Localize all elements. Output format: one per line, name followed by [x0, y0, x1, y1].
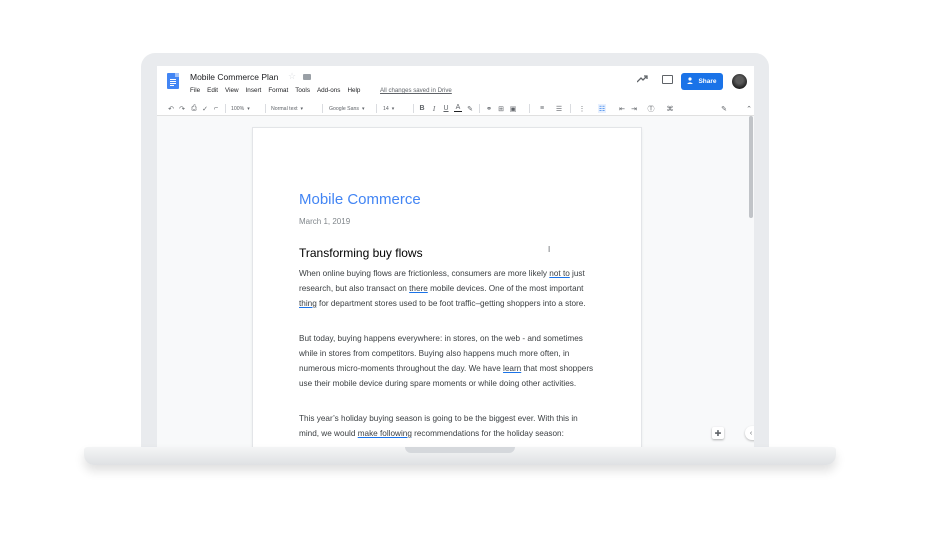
clear-formatting-icon[interactable]: Ⓣ: [647, 104, 655, 113]
folder-icon[interactable]: [303, 74, 311, 80]
doc-header: Mobile Commerce Plan ☆ File Edit View In…: [157, 66, 754, 102]
image-icon[interactable]: ▣: [509, 104, 517, 113]
font-select[interactable]: Google Sans: [329, 104, 365, 113]
laptop-notch: [405, 447, 515, 453]
paint-format-icon[interactable]: ⌐: [212, 104, 220, 113]
redo-icon[interactable]: ↷: [178, 104, 186, 113]
grammar-suggestion[interactable]: there: [409, 284, 428, 293]
align-icon[interactable]: ≡: [538, 104, 546, 113]
save-status[interactable]: All changes saved in Drive: [380, 87, 452, 94]
print-icon[interactable]: ⎙: [190, 104, 198, 113]
menu-view[interactable]: View: [225, 87, 239, 94]
add-comment-icon[interactable]: ⊞: [497, 104, 505, 113]
italic-icon[interactable]: I: [430, 104, 438, 113]
decrease-indent-icon[interactable]: ⇤: [618, 104, 626, 113]
section-heading: Transforming buy flows: [299, 246, 423, 260]
zoom-select[interactable]: 100%: [231, 104, 250, 113]
menu-help[interactable]: Help: [347, 87, 360, 94]
star-icon[interactable]: ☆: [288, 71, 296, 82]
style-select[interactable]: Normal text: [271, 104, 303, 113]
share-label: Share: [698, 78, 717, 85]
grammar-suggestion[interactable]: thing: [299, 299, 317, 308]
undo-icon[interactable]: ↶: [167, 104, 175, 113]
font-size-select[interactable]: 14: [383, 104, 394, 113]
explore-icon[interactable]: ✚: [712, 427, 724, 439]
document-title: Mobile Commerce: [299, 191, 421, 208]
numbered-list-icon[interactable]: ⋮: [578, 104, 586, 113]
menu-tools[interactable]: Tools: [295, 87, 310, 94]
vertical-scrollbar[interactable]: [749, 116, 753, 218]
docs-logo-icon[interactable]: [167, 73, 179, 89]
menu-file[interactable]: File: [190, 87, 200, 94]
spellcheck-icon[interactable]: ✓: [201, 104, 209, 113]
menu-format[interactable]: Format: [268, 87, 288, 94]
menu-bar: File Edit View Insert Format Tools Add-o…: [190, 87, 360, 94]
bulleted-list-icon[interactable]: ☷: [598, 104, 606, 113]
document-date: March 1, 2019: [299, 217, 351, 226]
grammar-suggestion[interactable]: not to: [549, 269, 570, 278]
avatar[interactable]: [732, 74, 747, 89]
grammar-suggestion[interactable]: make following: [358, 429, 412, 438]
input-tools-icon[interactable]: ⌘: [666, 104, 674, 113]
paragraph-3: This year’s holiday buying season is goi…: [299, 414, 578, 438]
menu-insert[interactable]: Insert: [246, 87, 262, 94]
text-color-icon[interactable]: A: [454, 104, 462, 112]
formatting-toolbar: ↶ ↷ ⎙ ✓ ⌐ 100% Normal text Google Sans 1…: [157, 102, 754, 116]
menu-addons[interactable]: Add-ons: [317, 87, 340, 94]
increase-indent-icon[interactable]: ⇥: [630, 104, 638, 113]
comment-icon[interactable]: [662, 75, 673, 84]
bold-icon[interactable]: B: [418, 104, 426, 113]
laptop-base: [84, 447, 836, 465]
line-spacing-icon[interactable]: ☰: [555, 104, 563, 113]
text-cursor-icon: I: [548, 245, 551, 254]
collapse-icon[interactable]: ⌃: [745, 104, 753, 113]
editing-mode-icon[interactable]: ✎: [720, 104, 728, 113]
menu-edit[interactable]: Edit: [207, 87, 218, 94]
document-page[interactable]: Mobile Commerce March 1, 2019 Transformi…: [253, 128, 641, 447]
grammar-suggestion[interactable]: learn: [503, 364, 521, 373]
paragraph-2: But today, buying happens everywhere: in…: [299, 334, 594, 388]
share-button[interactable]: Share: [681, 73, 723, 90]
link-icon[interactable]: ⚭: [485, 104, 493, 113]
person-add-icon: [687, 77, 695, 86]
document-canvas: Mobile Commerce March 1, 2019 Transformi…: [157, 116, 754, 447]
app-window: Mobile Commerce Plan ☆ File Edit View In…: [157, 66, 754, 447]
trending-icon[interactable]: [636, 75, 648, 86]
doc-title[interactable]: Mobile Commerce Plan: [190, 72, 278, 82]
side-panel-toggle-icon[interactable]: ‹: [745, 426, 754, 440]
paragraph-1: When online buying flows are frictionles…: [299, 269, 586, 308]
highlight-icon[interactable]: ✎: [466, 104, 474, 113]
underline-icon[interactable]: U: [442, 104, 450, 113]
